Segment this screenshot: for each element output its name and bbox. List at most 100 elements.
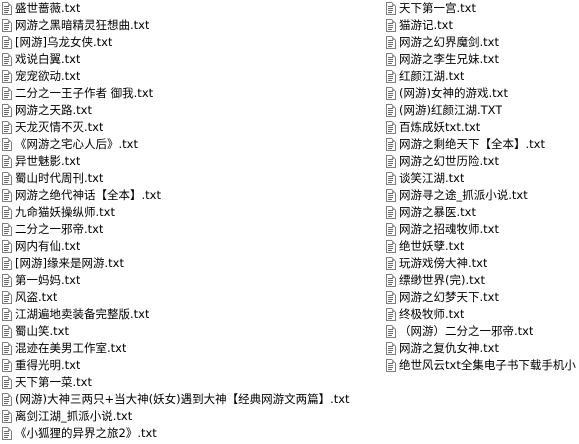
file-item[interactable]: 玩游戏傍大神.txt <box>384 255 579 272</box>
file-item[interactable]: 网游之绝代神话【全本】.txt <box>0 187 384 204</box>
file-item[interactable]: 二分之一邪帝.txt <box>0 221 384 238</box>
file-name: 网游之天路.txt <box>15 103 92 117</box>
file-item[interactable]: 蜀山时代周刊.txt <box>0 170 384 187</box>
file-item[interactable]: 江湖遍地卖装备完整版.txt <box>0 306 384 323</box>
text-document-icon <box>2 172 12 185</box>
text-document-icon <box>2 121 12 134</box>
text-document-icon <box>386 223 396 236</box>
text-document-icon <box>2 291 12 304</box>
file-item[interactable]: 网游之复仇女神.txt <box>384 340 579 357</box>
file-name: (网游)大神三两只+当大神(妖女)遇到大神【经典网游文两篇】.txt <box>15 392 350 406</box>
file-item[interactable]: 网游之招魂牧师.txt <box>384 221 579 238</box>
file-item[interactable]: 宠宠欲动.txt <box>0 68 384 85</box>
file-name: 《小狐狸的异界之旅2》.txt <box>15 426 157 440</box>
file-name: 绝世风云txt全集电子书下载手机小 <box>399 358 576 372</box>
file-item[interactable]: 百炼成妖txt.txt <box>384 119 579 136</box>
text-document-icon <box>386 87 396 100</box>
text-document-icon <box>386 2 396 15</box>
file-item[interactable]: 二分之一王子作者 御我.txt <box>0 85 384 102</box>
file-item[interactable]: 天下第一菜.txt <box>0 374 384 391</box>
text-document-icon <box>2 70 12 83</box>
file-name: 蜀山笑.txt <box>15 324 69 338</box>
file-item[interactable]: (网游)大神三两只+当大神(妖女)遇到大神【经典网游文两篇】.txt <box>0 391 384 408</box>
text-document-icon <box>386 36 396 49</box>
text-document-icon <box>2 223 12 236</box>
file-name: 二分之一邪帝.txt <box>15 222 104 236</box>
file-item[interactable]: (网游)女神的游戏.txt <box>384 85 579 102</box>
file-item[interactable]: 第一妈妈.txt <box>0 272 384 289</box>
text-document-icon <box>2 138 12 151</box>
text-document-icon <box>386 121 396 134</box>
file-item[interactable]: 天下第一宫.txt <box>384 0 579 17</box>
file-name: 异世魅影.txt <box>15 154 81 168</box>
file-name: 风盗.txt <box>15 290 58 304</box>
file-name: 终极牧师.txt <box>399 307 465 321</box>
file-item[interactable]: [网游]乌龙女侠.txt <box>0 34 384 51</box>
file-name: 《网游之宅心人后》.txt <box>15 137 138 151</box>
file-item[interactable]: 异世魅影.txt <box>0 153 384 170</box>
file-item[interactable]: 天龙灭情不灭.txt <box>0 119 384 136</box>
file-item[interactable]: 盛世蔷薇.txt <box>0 0 384 17</box>
file-item[interactable]: 《网游之宅心人后》.txt <box>0 136 384 153</box>
file-item[interactable]: 红颜江湖.txt <box>384 68 579 85</box>
file-item[interactable]: 谈笑江湖.txt <box>384 170 579 187</box>
file-name: (网游)红颜江湖.TXT <box>399 103 503 117</box>
file-item[interactable]: （网游）二分之一邪帝.txt <box>384 323 579 340</box>
file-name: [网游]缘来是网游.txt <box>15 256 124 270</box>
file-name: 网游之幻梦天下.txt <box>399 290 499 304</box>
file-item[interactable]: 网游之黑暗精灵狂想曲.txt <box>0 17 384 34</box>
text-document-icon <box>386 138 396 151</box>
file-item[interactable]: [网游]缘来是网游.txt <box>0 255 384 272</box>
text-document-icon <box>2 36 12 49</box>
file-name: 网游之黑暗精灵狂想曲.txt <box>15 18 150 32</box>
file-name: 天下第一菜.txt <box>15 375 92 389</box>
file-item[interactable]: 网游之李生兄妹.txt <box>384 51 579 68</box>
file-item[interactable]: 绝世风云txt全集电子书下载手机小 <box>384 357 579 374</box>
file-item[interactable]: 网游之幻世历险.txt <box>384 153 579 170</box>
file-item[interactable]: 离剑江湖_抓派小说.txt <box>0 408 384 425</box>
file-item[interactable]: 网游之幻梦天下.txt <box>384 289 579 306</box>
text-document-icon <box>2 410 12 423</box>
file-column-left: 盛世蔷薇.txt 网游之黑暗精灵狂想曲.txt [网游]乌龙女侠.txt 戏说白… <box>0 0 384 442</box>
text-document-icon <box>386 274 396 287</box>
file-item[interactable]: 猫游记.txt <box>384 17 579 34</box>
file-item[interactable]: 缥缈世界(完).txt <box>384 272 579 289</box>
text-document-icon <box>386 325 396 338</box>
text-document-icon <box>2 155 12 168</box>
file-item[interactable]: 网游之暴医.txt <box>384 204 579 221</box>
file-item[interactable]: 网游之天路.txt <box>0 102 384 119</box>
file-item[interactable]: 终极牧师.txt <box>384 306 579 323</box>
file-item[interactable]: (网游)红颜江湖.TXT <box>384 102 579 119</box>
file-name: 九命猫妖操纵师.txt <box>15 205 115 219</box>
text-document-icon <box>2 427 12 440</box>
file-item[interactable]: 网游之剩绝天下【全本】.txt <box>384 136 579 153</box>
file-item[interactable]: 混迹在美男工作室.txt <box>0 340 384 357</box>
file-item[interactable]: 网游寻之途_抓派小说.txt <box>384 187 579 204</box>
file-item[interactable]: 蜀山笑.txt <box>0 323 384 340</box>
file-name: 谈笑江湖.txt <box>399 171 465 185</box>
file-item[interactable]: 重得光明.txt <box>0 357 384 374</box>
text-document-icon <box>386 359 396 372</box>
text-document-icon <box>2 376 12 389</box>
file-item[interactable]: 绝世妖孽.txt <box>384 238 579 255</box>
file-item[interactable]: 《小狐狸的异界之旅2》.txt <box>0 425 384 442</box>
file-item[interactable]: 戏说白翼.txt <box>0 51 384 68</box>
text-document-icon <box>2 240 12 253</box>
text-document-icon <box>386 70 396 83</box>
file-item[interactable]: 风盗.txt <box>0 289 384 306</box>
file-name: 重得光明.txt <box>15 358 81 372</box>
file-item[interactable]: 网内有仙.txt <box>0 238 384 255</box>
file-item[interactable]: 九命猫妖操纵师.txt <box>0 204 384 221</box>
text-document-icon <box>386 291 396 304</box>
file-name: 江湖遍地卖装备完整版.txt <box>15 307 150 321</box>
text-document-icon <box>386 308 396 321</box>
file-name: 戏说白翼.txt <box>15 52 81 66</box>
text-document-icon <box>386 172 396 185</box>
text-document-icon <box>2 2 12 15</box>
file-name: (网游)女神的游戏.txt <box>399 86 508 100</box>
file-name: 网游之绝代神话【全本】.txt <box>15 188 161 202</box>
file-name: 二分之一王子作者 御我.txt <box>15 86 154 100</box>
file-name: 网游之招魂牧师.txt <box>399 222 499 236</box>
file-item[interactable]: 网游之幻界魔剑.txt <box>384 34 579 51</box>
text-document-icon <box>386 342 396 355</box>
